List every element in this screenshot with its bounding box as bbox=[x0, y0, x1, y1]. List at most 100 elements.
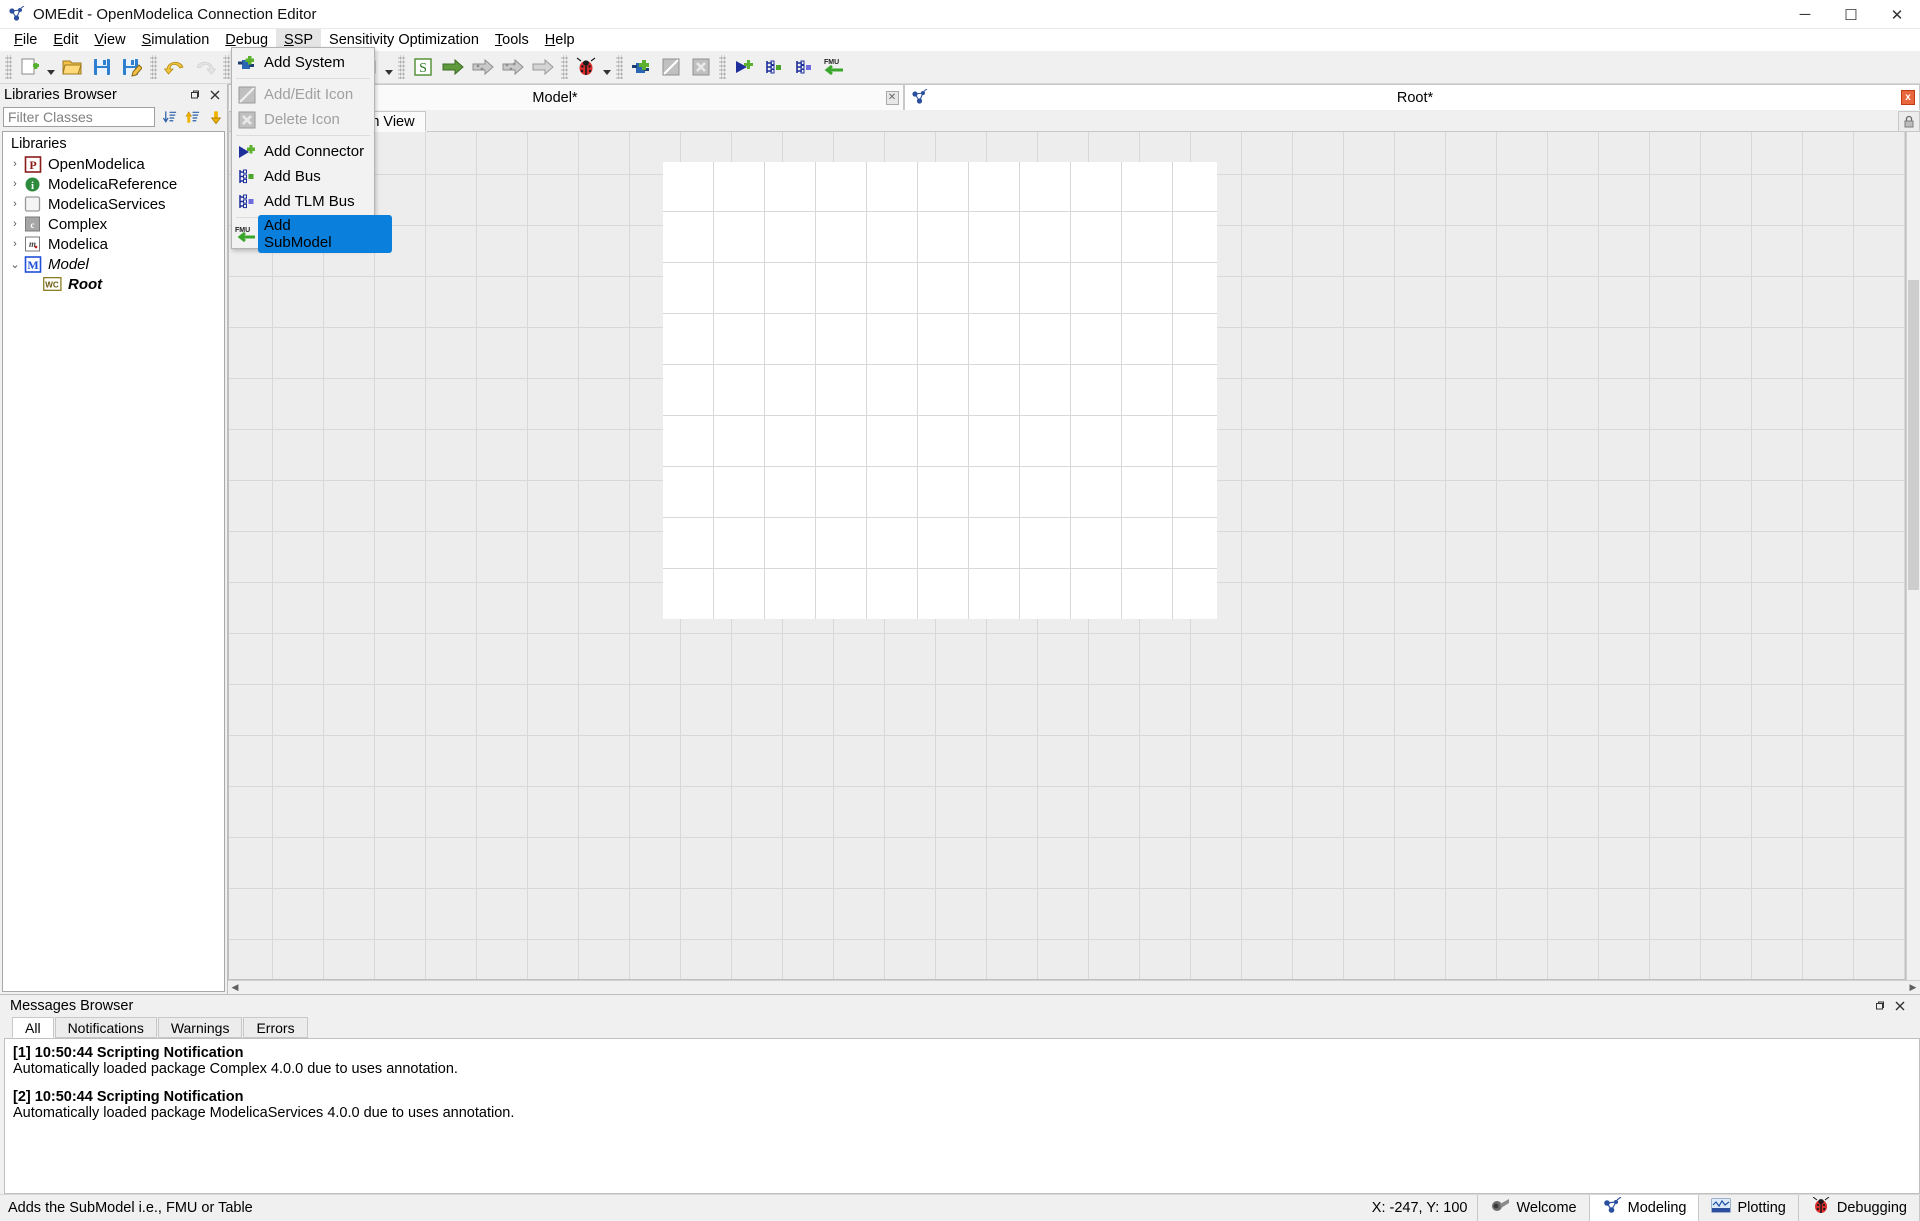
add-connector-button[interactable] bbox=[729, 53, 759, 82]
instantiate-model-button[interactable] bbox=[438, 53, 468, 82]
perspective-plotting[interactable]: Plotting bbox=[1698, 1195, 1798, 1221]
perspective-modeling[interactable]: Modeling bbox=[1589, 1195, 1700, 1221]
add-system-button[interactable] bbox=[626, 53, 656, 82]
vertical-scroll-thumb[interactable] bbox=[1908, 280, 1919, 590]
menu-view[interactable]: View bbox=[86, 29, 133, 51]
perspective-label: Debugging bbox=[1837, 1200, 1907, 1216]
tree-item-modelicaservices[interactable]: › ModelicaServices bbox=[3, 194, 224, 214]
tab-errors[interactable]: Errors bbox=[243, 1017, 307, 1038]
minimize-button[interactable]: ─ bbox=[1782, 0, 1828, 29]
close-button[interactable]: ✕ bbox=[1874, 0, 1920, 29]
close-icon[interactable] bbox=[1892, 998, 1908, 1014]
simulate-with-animation-button[interactable] bbox=[528, 53, 558, 82]
tree-item-modelicareference[interactable]: › i ModelicaReference bbox=[3, 174, 224, 194]
undo-button[interactable] bbox=[160, 53, 190, 82]
model-m-icon: M bbox=[23, 256, 42, 273]
scroll-right-icon[interactable]: ▶ bbox=[1906, 982, 1920, 993]
canvas-vertical-scrollbar[interactable] bbox=[1906, 132, 1920, 980]
add-bus-button[interactable] bbox=[759, 53, 789, 82]
collapse-all-icon[interactable] bbox=[208, 109, 224, 125]
new-class-dropdown-arrow[interactable] bbox=[45, 53, 57, 81]
add-edit-icon-button[interactable] bbox=[656, 53, 686, 82]
tab-all[interactable]: All bbox=[12, 1017, 54, 1038]
canvas-horizontal-scrollbar[interactable]: ◀ ▶ bbox=[228, 980, 1920, 994]
toolbar-grip-7[interactable] bbox=[719, 55, 726, 79]
restore-icon[interactable] bbox=[1872, 998, 1888, 1014]
menu-item-add-connector[interactable]: Add Connector bbox=[232, 139, 374, 164]
check-model-button[interactable]: S bbox=[408, 53, 438, 82]
svg-text:WC: WC bbox=[45, 281, 59, 290]
perspective-label: Plotting bbox=[1737, 1200, 1785, 1216]
expander-icon[interactable]: › bbox=[7, 198, 23, 210]
save-button[interactable] bbox=[87, 53, 117, 82]
toolbar-grip-2[interactable] bbox=[150, 55, 157, 79]
close-icon[interactable]: x bbox=[1901, 90, 1915, 105]
menu-item-add-tlm-bus[interactable]: Add TLM Bus bbox=[232, 189, 374, 214]
perspective-welcome[interactable]: Welcome bbox=[1477, 1195, 1589, 1221]
libraries-tree[interactable]: Libraries › P OpenModelica › i ModelicaR… bbox=[2, 131, 225, 992]
tree-item-modelica[interactable]: › m Modelica bbox=[3, 234, 224, 254]
menu-item-add-edit-icon: Add/Edit Icon bbox=[232, 82, 374, 107]
toolbar-grip-5[interactable] bbox=[561, 55, 568, 79]
toolbar-grip-4[interactable] bbox=[398, 55, 405, 79]
tab-notifications[interactable]: Notifications bbox=[55, 1017, 157, 1038]
menu-file[interactable]: File bbox=[6, 29, 45, 51]
perspective-debugging[interactable]: Debugging bbox=[1798, 1195, 1920, 1221]
simulate-button[interactable] bbox=[468, 53, 498, 82]
expand-all-icon[interactable] bbox=[185, 109, 201, 125]
lock-icon[interactable] bbox=[1898, 111, 1920, 132]
expander-icon[interactable]: › bbox=[7, 218, 23, 230]
tree-item-model[interactable]: ⌄ M Model bbox=[3, 254, 224, 274]
toolbar-grip[interactable] bbox=[5, 55, 12, 79]
sort-icon[interactable] bbox=[162, 109, 178, 125]
tree-item-label: Model bbox=[48, 256, 89, 273]
menu-item-label: Add Bus bbox=[260, 168, 321, 185]
svg-text:FMU: FMU bbox=[824, 59, 839, 66]
save-as-button[interactable] bbox=[117, 53, 147, 82]
messages-list[interactable]: [1] 10:50:44 Scripting Notification Auto… bbox=[4, 1038, 1920, 1194]
menu-item-label: Add SubModel bbox=[258, 215, 392, 253]
toolbar-grip-3[interactable] bbox=[223, 55, 230, 79]
mdi-tab-close-button[interactable]: x bbox=[1897, 90, 1919, 105]
menu-item-add-bus[interactable]: Add Bus bbox=[232, 164, 374, 189]
expander-icon[interactable]: › bbox=[7, 158, 23, 170]
menu-simulation[interactable]: Simulation bbox=[134, 29, 218, 51]
menu-edit[interactable]: Edit bbox=[45, 29, 86, 51]
filter-classes-input[interactable]: Filter Classes bbox=[3, 107, 155, 127]
mdi-tab-root[interactable]: Root* x bbox=[904, 84, 1920, 110]
expander-icon[interactable]: ⌄ bbox=[7, 258, 23, 271]
menu-item-add-system[interactable]: Add System bbox=[232, 50, 374, 75]
tree-item-root[interactable]: WC Root bbox=[3, 274, 224, 294]
tree-item-complex[interactable]: › c Complex bbox=[3, 214, 224, 234]
info-icon: i bbox=[23, 176, 42, 193]
simulate-with-transformational-debugger-button[interactable] bbox=[498, 53, 528, 82]
new-modelica-class-button[interactable] bbox=[15, 53, 45, 82]
diagram-canvas[interactable] bbox=[228, 132, 1906, 980]
ssp-dropdown-menu[interactable]: Add System Add/Edit Icon Delete Icon bbox=[231, 47, 375, 249]
debug-dropdown-arrow[interactable] bbox=[601, 53, 613, 81]
svg-text:S: S bbox=[419, 61, 427, 76]
mdi-tab-close-button[interactable]: ✕ bbox=[881, 91, 903, 105]
fit-diagram-dropdown-arrow[interactable] bbox=[383, 53, 395, 81]
restore-icon[interactable] bbox=[187, 87, 203, 103]
scroll-left-icon[interactable]: ◀ bbox=[228, 982, 242, 993]
toolbar-grip-6[interactable] bbox=[616, 55, 623, 79]
canvas-model-extent[interactable] bbox=[663, 162, 1217, 619]
maximize-button[interactable]: ☐ bbox=[1828, 0, 1874, 29]
add-submodel-button[interactable]: FMU bbox=[819, 53, 849, 82]
redo-button[interactable] bbox=[190, 53, 220, 82]
expander-icon[interactable]: › bbox=[7, 238, 23, 250]
menu-item-add-submodel[interactable]: FMU Add SubModel bbox=[232, 221, 374, 246]
tab-warnings[interactable]: Warnings bbox=[158, 1017, 243, 1038]
menu-tools[interactable]: Tools bbox=[487, 29, 537, 51]
menu-help[interactable]: Help bbox=[537, 29, 583, 51]
close-icon[interactable]: ✕ bbox=[886, 91, 899, 105]
open-model-button[interactable] bbox=[57, 53, 87, 82]
expander-icon[interactable]: › bbox=[7, 178, 23, 190]
add-tlm-bus-button[interactable] bbox=[789, 53, 819, 82]
tree-item-openmodelica[interactable]: › P OpenModelica bbox=[3, 154, 224, 174]
add-connector-icon bbox=[234, 143, 260, 161]
debug-configurations-button[interactable] bbox=[571, 53, 601, 82]
delete-icon-button[interactable] bbox=[686, 53, 716, 82]
close-icon[interactable] bbox=[207, 87, 223, 103]
